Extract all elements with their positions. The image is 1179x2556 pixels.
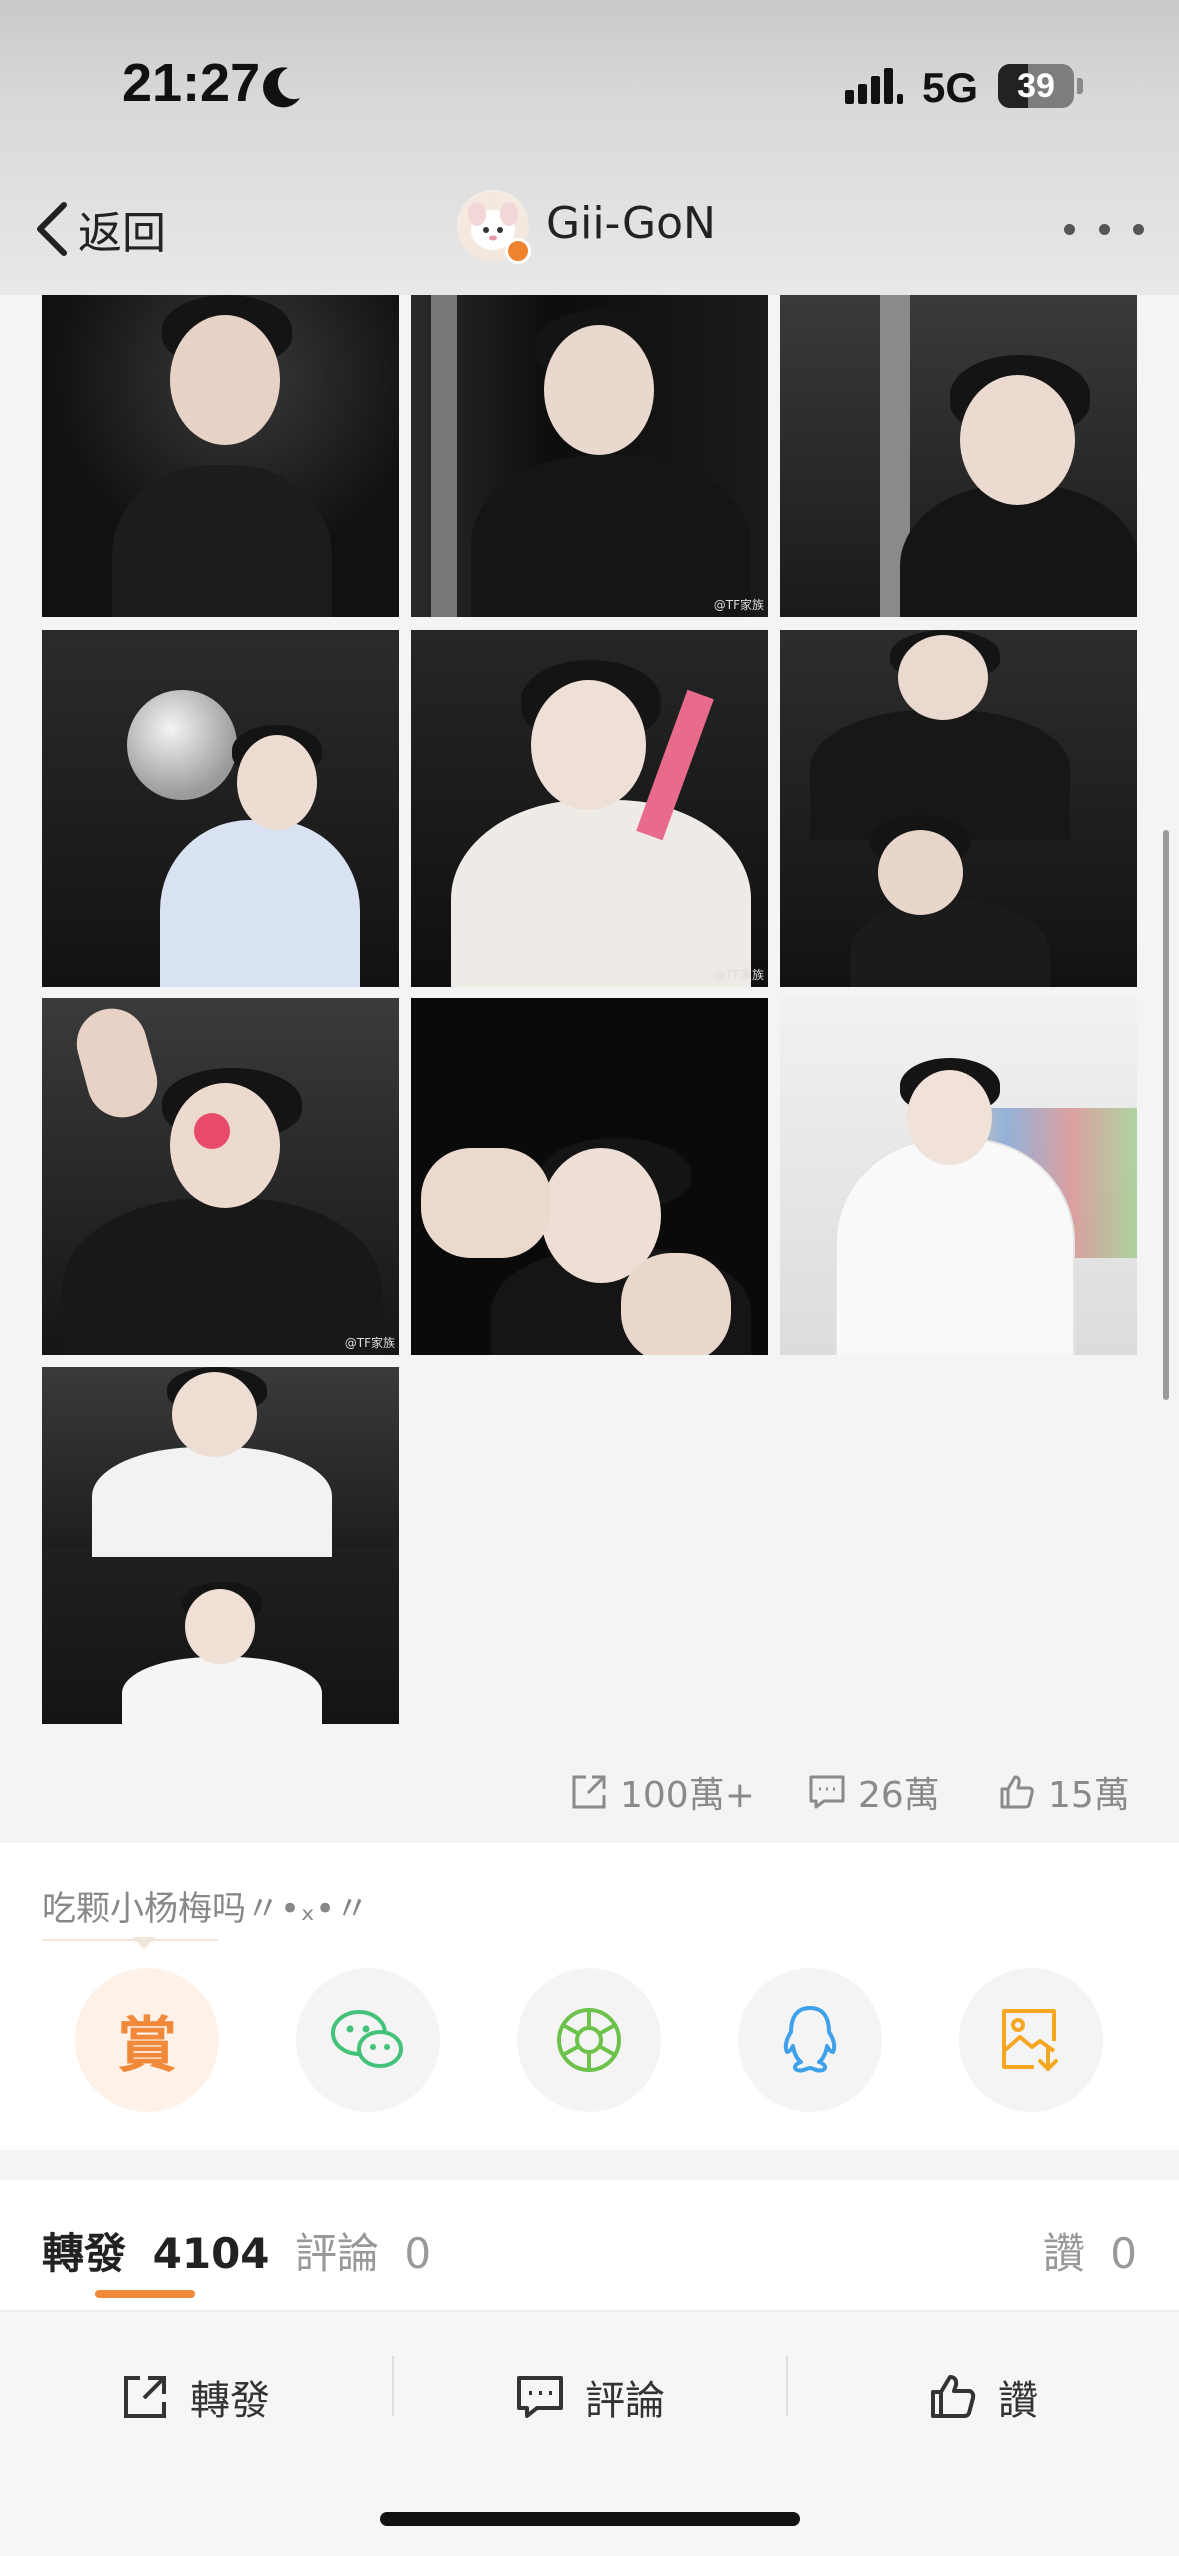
top-header: 21:27 5G 39 返回 Gii-GoN [0, 0, 1179, 295]
battery-icon: 39 [998, 64, 1074, 108]
verified-badge-icon [505, 238, 531, 264]
battery-tip [1077, 78, 1083, 94]
repost-count: 100萬+ [620, 1775, 755, 1816]
action-divider [786, 2356, 788, 2416]
status-time: 21:27 [122, 53, 261, 113]
like-button[interactable]: 讚 [928, 2364, 1038, 2430]
moon-icon [263, 67, 300, 108]
comment-count: 26萬 [858, 1775, 940, 1816]
repost-icon [572, 1775, 606, 1809]
prompt-underline [42, 1939, 218, 1941]
tab-likes-label: 讚 [1042, 2229, 1085, 2278]
photo-6[interactable] [780, 630, 1137, 987]
save-image-icon [1002, 2009, 1058, 2071]
reward-prompt: 吃颗小杨梅吗〃•ₓ•〃 [42, 1889, 370, 1929]
profile-name[interactable]: Gii-GoN [546, 198, 716, 249]
more-options-icon[interactable] [1064, 204, 1144, 254]
comment-button[interactable]: 評論 [515, 2364, 665, 2430]
chevron-left-icon [37, 202, 67, 256]
avatar[interactable] [457, 190, 531, 264]
battery-percent: 39 [1017, 67, 1055, 105]
comment-stat[interactable]: 26萬 [808, 1770, 940, 1816]
photo-watermark: @TF家族 [713, 968, 764, 982]
repost-icon [124, 2376, 166, 2418]
scrollbar[interactable] [1163, 830, 1169, 1400]
share-moments-button[interactable] [517, 1968, 661, 2112]
tab-comments[interactable]: 評論 0 [295, 2220, 431, 2281]
home-indicator[interactable] [380, 2512, 800, 2526]
photo-8[interactable] [411, 998, 768, 1355]
share-qq-button[interactable] [738, 1968, 882, 2112]
signal-icon [845, 68, 903, 104]
tab-reposts-count: 4104 [152, 2229, 270, 2278]
detail-tabs: 轉發 4104 評論 0 讚 0 [0, 2180, 1179, 2310]
photo-7[interactable]: @TF家族 [42, 998, 399, 1355]
qq-icon [783, 2006, 837, 2073]
reward-label: 賞 [117, 2010, 177, 2081]
save-image-button[interactable] [959, 1968, 1103, 2112]
photo-4[interactable] [42, 630, 399, 987]
photo-watermark: @TF家族 [713, 598, 764, 612]
wechat-icon [331, 2010, 403, 2068]
share-wechat-button[interactable] [296, 1968, 440, 2112]
photo-9[interactable] [780, 998, 1137, 1355]
network-label: 5G [922, 64, 979, 111]
comment-icon [809, 1775, 845, 1809]
like-label: 讚 [998, 2378, 1038, 2424]
tab-comments-label: 評論 [295, 2229, 380, 2278]
photo-10[interactable] [42, 1367, 399, 1724]
back-label: 返回 [78, 208, 166, 259]
tab-comments-count: 0 [404, 2229, 432, 2278]
post-stats: 100萬+ 26萬 15萬 [0, 1740, 1179, 1840]
comment-label: 評論 [585, 2378, 665, 2424]
tab-reposts-label: 轉發 [42, 2229, 127, 2278]
tab-reposts[interactable]: 轉發 4104 [42, 2220, 270, 2281]
reward-button[interactable]: 賞 [75, 1968, 219, 2112]
comment-icon [517, 2376, 563, 2418]
repost-button[interactable]: 轉發 [120, 2364, 270, 2430]
like-stat[interactable]: 15萬 [998, 1770, 1130, 1816]
share-panel: 吃颗小杨梅吗〃•ₓ•〃 賞 [0, 1843, 1179, 2150]
thumbs-up-icon [1000, 1775, 1034, 1809]
tab-likes[interactable]: 讚 0 [1043, 2220, 1137, 2281]
photo-3[interactable] [780, 295, 1137, 617]
moments-icon [557, 2008, 621, 2072]
photo-5[interactable]: @TF家族 [411, 630, 768, 987]
active-tab-indicator [95, 2290, 195, 2298]
repost-label: 轉發 [190, 2378, 270, 2424]
thumbs-up-icon [931, 2375, 976, 2418]
like-count: 15萬 [1048, 1775, 1130, 1816]
photo-watermark: @TF家族 [344, 1336, 395, 1350]
tab-likes-count: 0 [1110, 2229, 1137, 2278]
back-button[interactable]: 返回 [32, 196, 166, 262]
action-divider [392, 2356, 394, 2416]
photo-2[interactable]: @TF家族 [411, 295, 768, 617]
repost-stat[interactable]: 100萬+ [570, 1770, 755, 1816]
prompt-caret [132, 1937, 156, 1949]
photo-1[interactable] [42, 295, 399, 617]
